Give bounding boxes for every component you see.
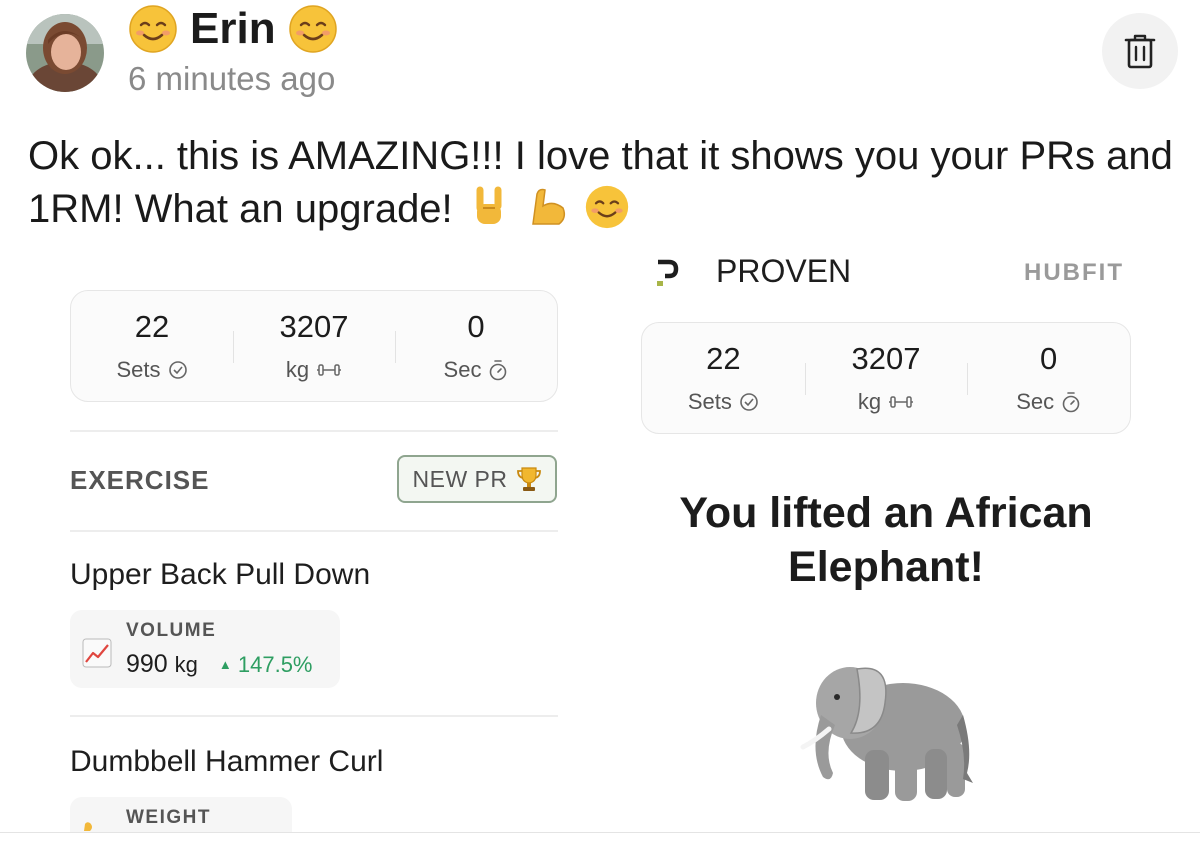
achievement-headline: You lifted an African Elephant! — [679, 489, 1093, 591]
stat-weight: 3207 kg — [233, 291, 395, 401]
stat-label: Sec — [1016, 389, 1055, 414]
volume-metric-card: VOLUME 990 kg ▲ 147.5% — [70, 610, 340, 688]
chart-increasing-icon — [82, 638, 112, 668]
smiling-face-emoji-icon — [585, 185, 629, 229]
stat-sets: 22 Sets — [71, 291, 233, 401]
stat-value: 22 — [706, 341, 741, 376]
stat-sets: 22 Sets — [642, 323, 805, 433]
new-pr-badge[interactable]: NEW PR — [397, 455, 557, 503]
right-stats-card: 22 Sets 3207 kg 0 Sec — [641, 322, 1131, 434]
stat-label: kg — [285, 357, 310, 382]
stopwatch-icon — [1062, 392, 1080, 413]
trash-icon — [1124, 34, 1156, 69]
flexed-biceps-emoji-icon — [532, 188, 565, 225]
stat-weight: 3207 kg — [804, 323, 968, 433]
stat-label: kg — [857, 389, 882, 414]
stat-label: Sets — [687, 389, 732, 414]
proven-logo-icon — [657, 259, 679, 286]
metric-label: WEIGHT — [126, 807, 211, 828]
delete-button[interactable] — [1102, 13, 1178, 89]
metric-label: VOLUME — [126, 620, 217, 641]
left-stats-card: 22 Sets 3207 kg 0 Sec — [70, 290, 558, 402]
dumbbell-icon — [317, 364, 342, 376]
exercise-name[interactable]: Dumbbell Hammer Curl — [70, 745, 383, 779]
weight-metric-card: WEIGHT — [70, 797, 292, 833]
avatar[interactable] — [26, 14, 104, 92]
smiling-face-emoji-icon — [288, 5, 337, 53]
divider — [70, 530, 558, 532]
brand-hubfit: HUBFIT — [1024, 259, 1124, 286]
metric-delta: ▲ 147.5% — [219, 652, 313, 677]
dumbbell-icon — [889, 396, 914, 408]
author-row: Erin — [128, 4, 338, 54]
stat-value: 22 — [134, 309, 170, 344]
triangle-up-icon: ▲ — [218, 657, 232, 672]
smiling-face-emoji-icon — [129, 5, 177, 53]
divider — [70, 430, 558, 432]
stat-duration: 0 Sec — [395, 291, 557, 401]
check-circle-icon — [168, 361, 187, 379]
divider — [70, 715, 558, 717]
metric-value-row: 990 kg ▲ 147.5% — [126, 650, 313, 679]
stopwatch-icon — [490, 360, 507, 381]
stat-label: Sets — [116, 357, 161, 382]
trophy-icon — [516, 467, 541, 491]
stat-duration: 0 Sec — [967, 323, 1130, 433]
metric-value: 990 — [126, 650, 168, 678]
flexed-biceps-icon — [84, 822, 92, 831]
stat-value: 3207 — [279, 309, 349, 344]
check-circle-icon — [740, 393, 758, 411]
exercise-name[interactable]: Upper Back Pull Down — [70, 558, 370, 592]
stat-value: 3207 — [851, 341, 921, 376]
brand-proven: PROVEN — [716, 253, 852, 289]
stat-value: 0 — [1040, 341, 1058, 376]
post-timestamp: 6 minutes ago — [128, 60, 336, 97]
author-name[interactable]: Erin — [190, 4, 276, 54]
rock-on-hand-emoji-icon — [476, 186, 502, 224]
new-pr-label: NEW PR — [412, 465, 508, 492]
exercise-header: EXERCISE — [70, 465, 210, 495]
metric-unit: kg — [174, 652, 198, 677]
stat-label: Sec — [443, 357, 482, 382]
elephant-icon — [800, 667, 973, 801]
delta-value: 147.5% — [237, 652, 313, 677]
bottom-divider — [0, 832, 1200, 833]
post-body: Ok ok... this is AMAZING!!! I love that … — [28, 130, 1178, 236]
stat-value: 0 — [467, 309, 485, 344]
